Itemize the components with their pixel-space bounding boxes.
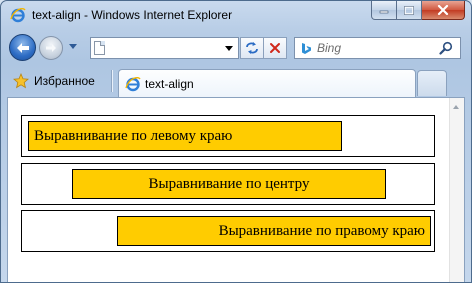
search-input[interactable] bbox=[317, 40, 427, 56]
back-button[interactable] bbox=[9, 34, 36, 61]
navigation-bar bbox=[1, 31, 471, 65]
page-content: Выравнивание по левому краю Выравнивание… bbox=[8, 98, 449, 282]
scroll-up-arrow-icon[interactable] bbox=[453, 105, 459, 109]
star-icon bbox=[13, 73, 29, 89]
search-bar[interactable] bbox=[294, 37, 461, 59]
maximize-button[interactable] bbox=[397, 1, 422, 20]
vertical-scrollbar[interactable] bbox=[449, 98, 464, 282]
address-input[interactable] bbox=[109, 40, 219, 56]
tab-separator bbox=[111, 70, 112, 92]
right-align-container: Выравнивание по правому краю bbox=[21, 210, 435, 252]
new-tab-button[interactable] bbox=[417, 70, 447, 96]
tab-text-align[interactable]: text-align bbox=[118, 69, 416, 97]
window-title: text-align - Windows Internet Explorer bbox=[32, 8, 233, 22]
internet-explorer-icon bbox=[125, 77, 141, 92]
page-icon bbox=[94, 41, 105, 55]
address-bar[interactable] bbox=[90, 37, 239, 59]
refresh-icon bbox=[246, 42, 258, 54]
back-arrow-icon bbox=[16, 42, 29, 53]
minimize-icon bbox=[379, 10, 389, 14]
magnifier-icon bbox=[439, 41, 453, 55]
minimize-button[interactable] bbox=[371, 1, 397, 20]
tab-bar: Избранное text-align bbox=[1, 65, 471, 97]
maximize-icon bbox=[404, 5, 414, 15]
favorites-label: Избранное bbox=[34, 74, 95, 88]
browser-window: text-align - Windows Internet Explorer B… bbox=[0, 0, 472, 283]
center-aligned-text: Выравнивание по центру bbox=[72, 169, 386, 199]
forward-arrow-icon bbox=[46, 44, 56, 52]
bing-icon bbox=[302, 43, 311, 54]
recent-pages-dropdown[interactable] bbox=[69, 44, 77, 49]
stop-icon bbox=[270, 43, 280, 53]
left-aligned-text: Выравнивание по левому краю bbox=[28, 121, 342, 151]
favorites-button[interactable]: Избранное bbox=[13, 70, 95, 92]
title-bar[interactable]: text-align - Windows Internet Explorer bbox=[1, 1, 471, 31]
left-align-container: Выравнивание по левому краю bbox=[21, 115, 435, 157]
right-aligned-text: Выравнивание по правому краю bbox=[117, 216, 431, 246]
search-button[interactable] bbox=[436, 40, 456, 56]
close-icon bbox=[437, 5, 449, 15]
page-viewport: Выравнивание по левому краю Выравнивание… bbox=[7, 97, 465, 282]
tab-label: text-align bbox=[145, 77, 194, 91]
forward-button[interactable] bbox=[39, 36, 63, 60]
internet-explorer-icon bbox=[10, 8, 26, 23]
stop-button[interactable] bbox=[263, 37, 287, 59]
caption-buttons bbox=[371, 1, 465, 20]
center-align-container: Выравнивание по центру bbox=[21, 163, 435, 205]
address-dropdown-icon[interactable] bbox=[225, 46, 233, 51]
refresh-button[interactable] bbox=[240, 37, 264, 59]
close-button[interactable] bbox=[422, 1, 465, 20]
